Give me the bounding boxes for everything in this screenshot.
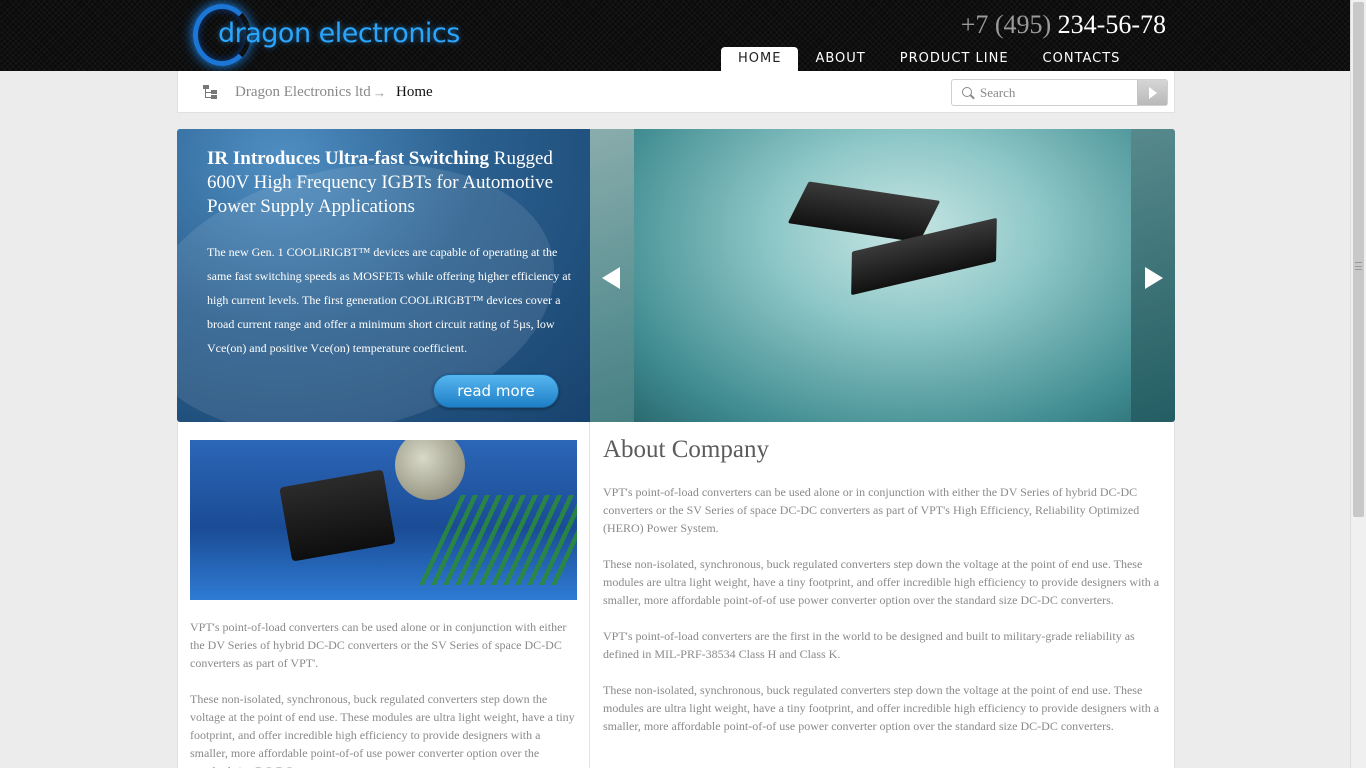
circuit-board-image [190, 440, 577, 600]
about-body: VPT's point-of-load converters can be us… [603, 483, 1165, 753]
about-section: About Company VPT's point-of-load conver… [590, 422, 1175, 768]
scrollbar-thumb[interactable] [1353, 2, 1364, 517]
chips-photo [634, 129, 1131, 422]
banner-title: IR Introduces Ultra-fast Switching Rugge… [207, 147, 572, 219]
nav-item-home[interactable]: HOME [721, 47, 799, 71]
breadcrumb-current: Home [396, 84, 433, 100]
about-paragraph: These non-isolated, synchronous, buck re… [603, 683, 1160, 733]
page-scrollbar[interactable] [1350, 0, 1366, 768]
banner-image [590, 129, 1175, 422]
chip-image [787, 181, 941, 243]
banner-title-bold: IR Introduces Ultra-fast Switching [207, 148, 490, 169]
nav-item-product-line[interactable]: PRODUCT LINE [883, 47, 1026, 71]
nav-item-contacts[interactable]: CONTACTS [1026, 47, 1138, 71]
chip-image [279, 469, 396, 562]
read-more-button[interactable]: read more [433, 374, 559, 408]
left-paragraph: These non-isolated, synchronous, buck re… [190, 692, 575, 768]
scrollbar-grip-icon [1355, 262, 1362, 270]
about-paragraph: VPT's point-of-load converters can be us… [603, 485, 1140, 535]
logo-text: dragon electronics [218, 18, 460, 49]
sitemap-icon [202, 85, 218, 101]
left-paragraph: VPT's point-of-load converters can be us… [190, 620, 567, 670]
search-input[interactable] [980, 83, 1135, 102]
about-paragraph: VPT's point-of-load converters are the f… [603, 629, 1135, 661]
left-column: VPT's point-of-load converters can be us… [177, 422, 590, 768]
about-title: About Company [603, 436, 769, 463]
banner-description: The new Gen. 1 COOLiRIGBT™ devices are c… [207, 245, 571, 355]
search-box [951, 79, 1168, 106]
banner-text-panel: IR Introduces Ultra-fast Switching Rugge… [177, 129, 590, 422]
search-submit-button[interactable] [1137, 80, 1167, 105]
slider-next-arrow-icon[interactable] [1145, 267, 1163, 289]
main-nav: HOME ABOUT PRODUCT LINE CONTACTS [721, 47, 1137, 71]
capacitor-image [395, 440, 465, 500]
pin-header-image [419, 495, 577, 585]
about-paragraph: These non-isolated, synchronous, buck re… [603, 557, 1160, 607]
phone-number: +7 (495) 234-56-78 [961, 10, 1166, 40]
breadcrumb-bar: Dragon Electronics ltd → Home [177, 71, 1175, 113]
phone-code: +7 (495) [960, 10, 1052, 39]
logo[interactable]: dragon electronics [190, 2, 460, 70]
breadcrumb-arrow-icon: → [373, 85, 386, 100]
site-header: dragon electronics +7 (495) 234-56-78 HO… [0, 0, 1350, 71]
search-icon [962, 87, 972, 97]
phone-digits: 234-56-78 [1057, 10, 1166, 39]
nav-item-about[interactable]: ABOUT [798, 47, 882, 71]
slider-prev-arrow-icon[interactable] [602, 267, 620, 289]
breadcrumb-root-link[interactable]: Dragon Electronics ltd [235, 84, 371, 101]
left-column-text: VPT's point-of-load converters can be us… [190, 618, 580, 768]
featured-banner: IR Introduces Ultra-fast Switching Rugge… [177, 129, 1175, 422]
